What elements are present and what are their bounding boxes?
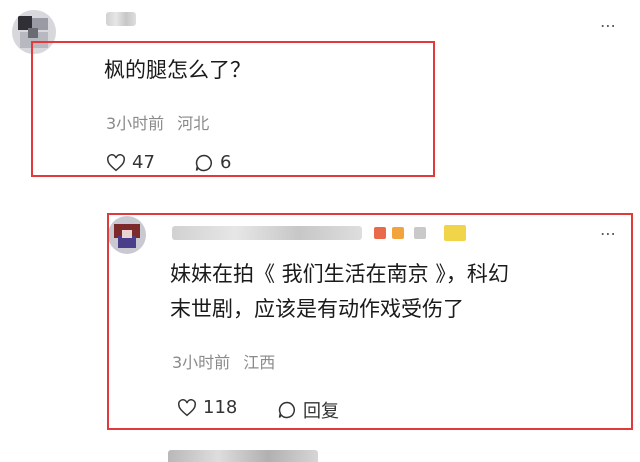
comment-bubble-icon: [278, 401, 295, 419]
comment-time: 3小时前: [172, 353, 231, 372]
comment-text-line: 末世剧，应该是有动作戏受伤了: [170, 296, 464, 321]
like-count: 118: [203, 397, 238, 418]
comment-time: 3小时前: [106, 114, 165, 133]
reply-count: 6: [220, 152, 232, 173]
comment-meta: 3小时前 江西: [172, 349, 275, 373]
heart-icon: [107, 153, 125, 171]
cut-off-row: [168, 450, 328, 462]
like-count: 47: [132, 152, 155, 173]
like-button[interactable]: 118: [177, 397, 237, 418]
reply-button[interactable]: 回复: [277, 397, 339, 423]
comment-location: 河北: [177, 114, 210, 133]
comment-text: 妹妹在拍《 我们生活在南京 》，科幻 末世剧，应该是有动作戏受伤了: [170, 258, 509, 325]
comment-location: 江西: [243, 353, 276, 372]
comment-meta: 3小时前 河北: [106, 110, 209, 134]
reply-button[interactable]: 6: [194, 152, 231, 173]
comment-text-line: 妹妹在拍《 我们生活在南京 》，科幻: [170, 262, 509, 286]
reply-label: 回复: [303, 401, 339, 422]
username-blurred[interactable]: [106, 12, 136, 26]
blurred-text: [168, 450, 318, 462]
comment-text: 枫的腿怎么了？: [104, 58, 251, 82]
more-options-icon[interactable]: ⋯: [600, 18, 617, 34]
heart-icon: [178, 398, 196, 416]
comment-bubble-icon: [195, 154, 212, 171]
like-button[interactable]: 47: [106, 152, 155, 173]
